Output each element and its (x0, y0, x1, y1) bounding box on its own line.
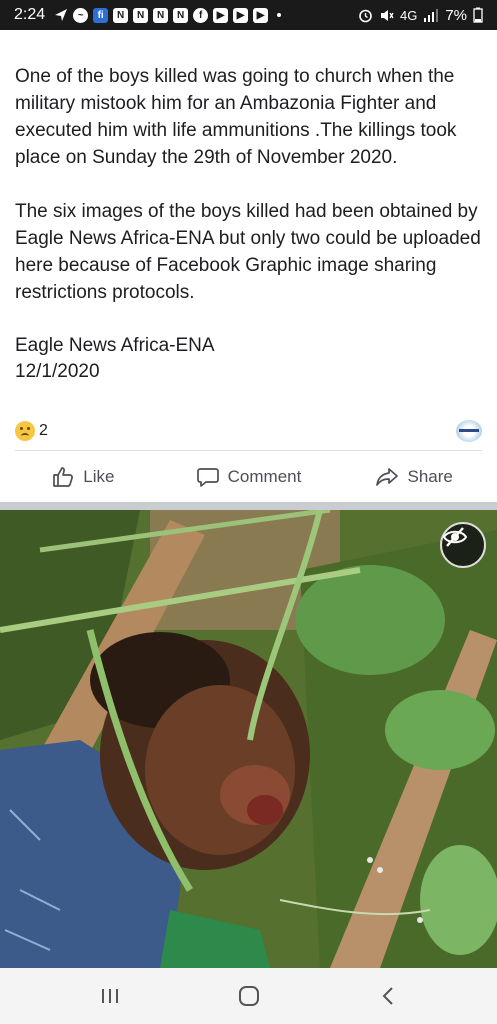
alarm-icon (359, 9, 372, 22)
mute-icon (380, 9, 394, 21)
notification-n-icon-4: N (173, 7, 189, 23)
home-icon (238, 986, 259, 1006)
like-button[interactable]: Like (0, 458, 166, 496)
photo-separator (0, 502, 497, 510)
location-arrow-icon (55, 9, 68, 21)
messenger-icon: ~ (73, 7, 89, 23)
back-icon (382, 987, 393, 1005)
system-nav-bar (0, 968, 497, 1024)
post-source: Eagle News Africa-ENA 12/1/2020 (15, 333, 482, 385)
hide-photo-button[interactable] (440, 522, 486, 568)
recent-apps-icon (101, 989, 118, 1003)
post-text: One of the boys killed was going to chur… (15, 63, 482, 306)
youtube-icon: ▶ (213, 7, 229, 23)
more-notifications-dot (277, 13, 282, 17)
back-button[interactable] (358, 976, 418, 1016)
battery-percent: 7% (445, 6, 467, 24)
sad-reaction-icon (15, 421, 35, 441)
app-icon: fi (93, 7, 109, 23)
status-left: 2:24 ~ fi N N N N f ▶ ▶ ▶ (14, 6, 282, 24)
eye-slash-icon (442, 527, 468, 547)
share-button[interactable]: Share (331, 458, 497, 496)
post-paragraph: The six images of the boys killed had be… (15, 201, 481, 303)
network-type: 4G (399, 7, 418, 23)
reactions-row[interactable]: 2 (15, 419, 482, 443)
post-photo[interactable] (0, 510, 497, 968)
comment-icon (196, 468, 219, 487)
reaction-count: 2 (39, 422, 48, 439)
comment-label: Comment (227, 467, 302, 486)
share-label: Share (407, 467, 453, 486)
youtube-icon-2: ▶ (233, 7, 249, 23)
signal-icon (424, 9, 439, 22)
battery-icon (473, 7, 483, 23)
notification-n-icon-2: N (133, 7, 149, 23)
page-avatar[interactable] (456, 420, 482, 442)
youtube-icon-3: ▶ (253, 7, 269, 23)
status-right: 4G 7% (358, 7, 483, 24)
action-bar: Like Comment Share (0, 458, 497, 496)
post-photo-image (0, 510, 497, 968)
divider (15, 450, 482, 451)
source-name: Eagle News Africa-ENA (15, 335, 215, 356)
share-icon (376, 468, 399, 486)
status-time: 2:24 (14, 6, 46, 23)
notification-n-icon: N (113, 7, 129, 23)
home-button[interactable] (219, 976, 279, 1016)
facebook-icon: f (193, 7, 209, 23)
notification-n-icon-3: N (153, 7, 169, 23)
comment-button[interactable]: Comment (166, 458, 332, 496)
post-paragraph: One of the boys killed was going to chur… (15, 66, 457, 168)
like-label: Like (83, 467, 115, 486)
thumbs-up-icon (53, 467, 74, 487)
source-date: 12/1/2020 (15, 361, 100, 382)
recent-apps-button[interactable] (80, 976, 140, 1016)
status-bar: 2:24 ~ fi N N N N f ▶ ▶ ▶ 4G 7% (0, 0, 497, 30)
